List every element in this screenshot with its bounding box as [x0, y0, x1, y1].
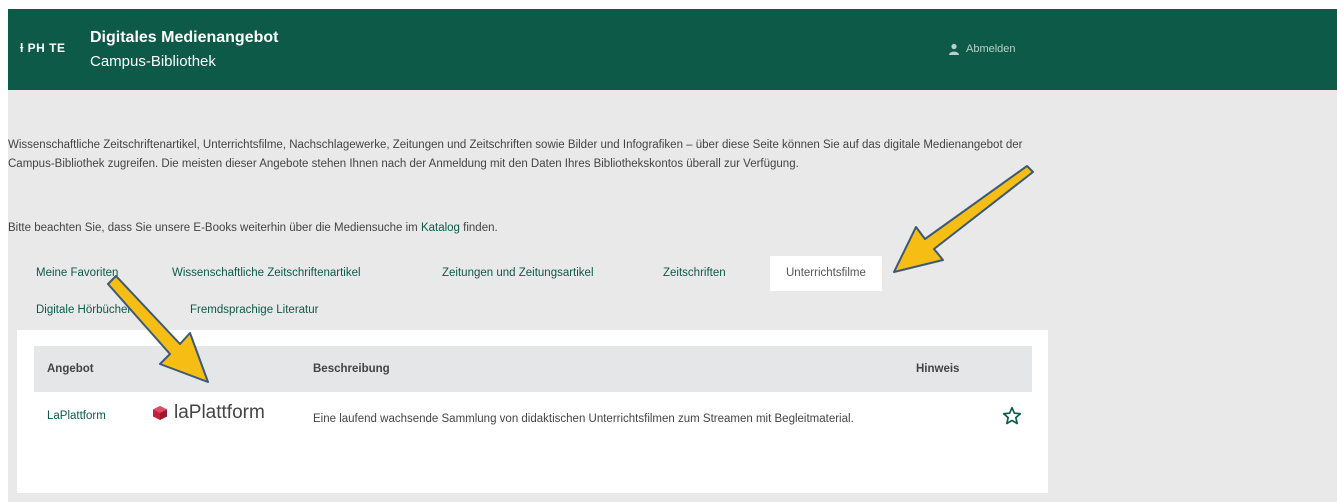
brand-logo[interactable]: laPlattform — [152, 402, 265, 424]
institution-logo[interactable]: ƚ PH TE — [20, 41, 66, 55]
tab-newspapers[interactable]: Zeitungen und Zeitungsartikel — [442, 256, 594, 291]
catalog-link[interactable]: Katalog — [421, 222, 460, 234]
tab-audiobooks[interactable]: Digitale Hörbücher — [36, 293, 131, 328]
app-title: Digitales Medienangebot — [90, 29, 279, 46]
user-icon — [949, 43, 959, 55]
brand-logo-text: laPlattform — [174, 402, 265, 423]
offers-panel: Angebot Beschreibung Hinweis LaPlattform… — [17, 330, 1048, 493]
column-header-offer: Angebot — [47, 363, 94, 375]
offer-description: Eine laufend wachsende Sammlung von dida… — [313, 413, 854, 425]
note-text-before: Bitte beachten Sie, dass Sie unsere E-Bo… — [8, 222, 421, 234]
cube-logo-icon — [153, 406, 167, 420]
tab-favorites[interactable]: Meine Favoriten — [36, 256, 118, 291]
logout-label: Abmelden — [966, 43, 1016, 55]
tab-magazines[interactable]: Zeitschriften — [663, 256, 726, 291]
main-content: Wissenschaftliche Zeitschriftenartikel, … — [8, 90, 1337, 502]
column-header-description: Beschreibung — [313, 363, 390, 375]
tab-journal-articles[interactable]: Wissenschaftliche Zeitschriftenartikel — [172, 256, 361, 291]
star-outline-icon[interactable] — [1002, 406, 1022, 426]
logout-link[interactable]: Abmelden — [948, 43, 1016, 55]
intro-text: Wissenschaftliche Zeitschriftenartikel, … — [8, 139, 1023, 170]
tab-foreign-literature[interactable]: Fremdsprachige Literatur — [190, 293, 318, 328]
site-header: ƚ PH TE Digitales Medienangebot Campus-B… — [8, 9, 1337, 90]
offer-link[interactable]: LaPlattform — [47, 410, 106, 422]
ebook-note: Bitte beachten Sie, dass Sie unsere E-Bo… — [8, 222, 498, 234]
tab-teaching-films[interactable]: Unterrichtsfilme — [770, 256, 882, 291]
logo-mark: ƚ — [20, 41, 28, 55]
column-header-note: Hinweis — [916, 363, 960, 375]
table-header: Angebot Beschreibung Hinweis — [34, 346, 1032, 392]
app-subtitle: Campus-Bibliothek — [90, 53, 216, 70]
note-text-after: finden. — [459, 222, 498, 234]
